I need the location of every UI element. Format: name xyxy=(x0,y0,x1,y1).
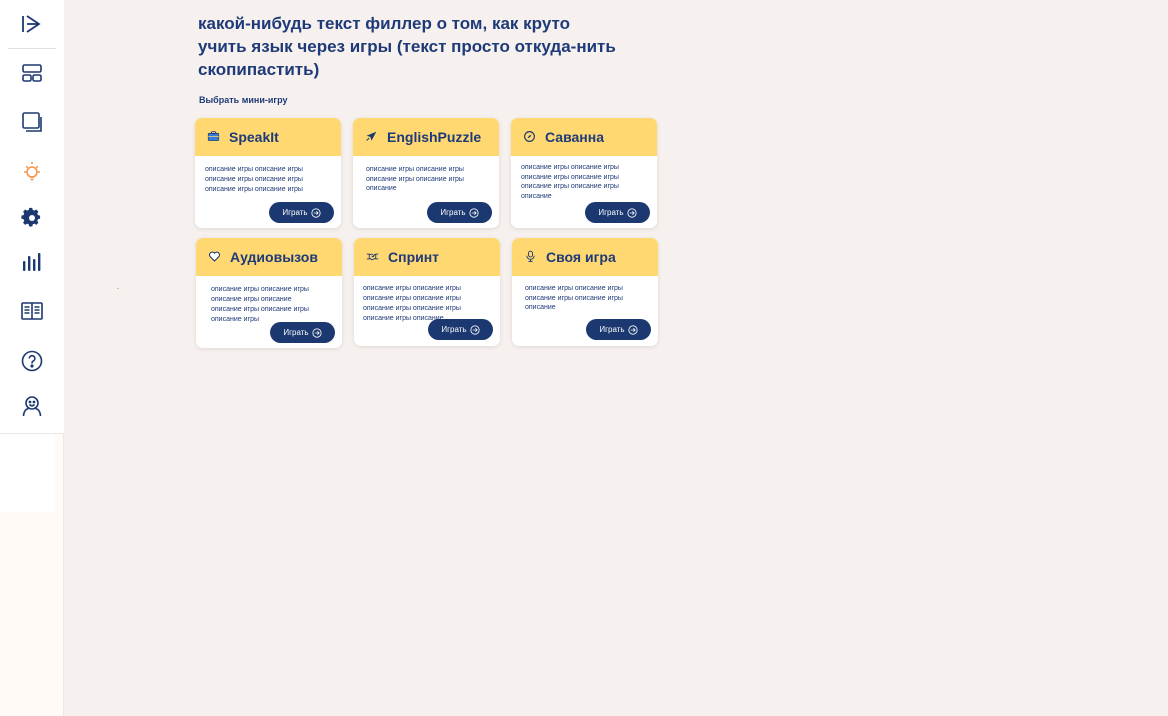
card-description: описание игры описание игры описание игр… xyxy=(211,285,323,325)
arrow-circle-icon xyxy=(312,327,322,338)
choose-game-label: Выбрать мини-игру xyxy=(199,95,288,105)
card-description: описание игры описание игры описание игр… xyxy=(366,165,478,195)
card-header: Саванна xyxy=(511,118,657,156)
bar-chart-icon[interactable] xyxy=(19,249,45,275)
card-title: Саванна xyxy=(545,129,604,145)
compass-icon xyxy=(523,130,537,144)
game-card-audiocall[interactable]: Аудиовызов описание игры описание игры о… xyxy=(196,238,342,348)
play-button-label: Играть xyxy=(599,325,625,334)
handshake-icon xyxy=(366,250,380,264)
sidebar-divider xyxy=(8,48,56,49)
briefcase-icon xyxy=(207,130,221,144)
card-title: Своя игра xyxy=(546,249,616,265)
card-title: Спринт xyxy=(388,249,440,265)
main-content: какой-нибудь текст филлер о том, как кру… xyxy=(64,0,1168,716)
description-line: описание игры описание игры описание игр… xyxy=(205,166,303,183)
dashboard-icon[interactable] xyxy=(19,60,45,86)
card-header: SpeakIt xyxy=(195,118,341,156)
card-header: EnglishPuzzle xyxy=(353,118,499,156)
arrow-circle-icon xyxy=(311,207,321,218)
play-button[interactable]: Играть xyxy=(586,319,651,340)
game-card-sprint[interactable]: Спринт описание игры описание игры описа… xyxy=(354,238,500,346)
card-description: описание игры описание игры описание игр… xyxy=(525,284,637,314)
play-button[interactable]: Играть xyxy=(270,322,335,343)
play-button-label: Играть xyxy=(283,328,309,337)
user-icon[interactable] xyxy=(19,393,45,419)
description-line: описание игры описание игры описание игр… xyxy=(211,286,309,303)
play-button[interactable]: Играть xyxy=(269,202,334,223)
cards-icon[interactable] xyxy=(19,109,45,135)
card-title: EnglishPuzzle xyxy=(387,129,482,145)
play-button[interactable]: Играть xyxy=(427,202,492,223)
help-icon[interactable] xyxy=(19,348,45,374)
microphone-icon xyxy=(524,250,538,264)
card-header: Своя игра xyxy=(512,238,658,276)
page-headline: какой-нибудь текст филлер о том, как кру… xyxy=(198,14,616,79)
play-button[interactable]: Играть xyxy=(428,319,493,340)
game-card-englishpuzzle[interactable]: EnglishPuzzle описание игры описание игр… xyxy=(353,118,499,228)
expand-arrow-icon[interactable] xyxy=(19,11,45,37)
game-card-savanna[interactable]: Саванна описание игры описание игры опис… xyxy=(511,118,657,228)
game-card-speakit[interactable]: SpeakIt описание игры описание игры опис… xyxy=(195,118,341,228)
card-description: описание игры описание игры описание игр… xyxy=(363,284,475,324)
card-header: Спринт xyxy=(354,238,500,276)
book-icon[interactable] xyxy=(19,298,45,324)
play-button-label: Играть xyxy=(440,208,466,217)
game-card-own-game[interactable]: Своя игра описание игры описание игры оп… xyxy=(512,238,658,346)
sidebar-panel-tail xyxy=(0,434,54,512)
arrow-circle-icon xyxy=(470,324,480,335)
description-line: описание игры описание игры описание игр… xyxy=(363,285,461,302)
description-line: описание игры описание игры описание игр… xyxy=(366,166,464,192)
description-line: описание игры описание игры описание игр… xyxy=(205,186,303,193)
lightbulb-icon[interactable] xyxy=(19,158,45,184)
card-description: описание игры описание игры описание игр… xyxy=(521,163,633,202)
play-button-label: Играть xyxy=(282,208,308,217)
card-header: Аудиовызов xyxy=(196,238,342,276)
airplane-icon xyxy=(365,130,379,144)
heart-icon xyxy=(208,250,222,264)
arrow-circle-icon xyxy=(469,207,479,218)
gear-icon[interactable] xyxy=(19,205,45,231)
play-button[interactable]: Играть xyxy=(585,202,650,223)
play-button-label: Играть xyxy=(598,208,624,217)
stray-dot xyxy=(117,288,119,289)
description-line: описание игры описание игры описание игр… xyxy=(525,285,623,311)
card-title: SpeakIt xyxy=(229,129,279,145)
sidebar xyxy=(0,0,64,716)
card-title: Аудиовызов xyxy=(230,249,318,265)
arrow-circle-icon xyxy=(627,207,637,218)
card-description: описание игры описание игры описание игр… xyxy=(205,165,317,195)
arrow-circle-icon xyxy=(628,324,638,335)
play-button-label: Играть xyxy=(441,325,467,334)
description-line: описание игры описание игры описание игр… xyxy=(521,164,619,200)
